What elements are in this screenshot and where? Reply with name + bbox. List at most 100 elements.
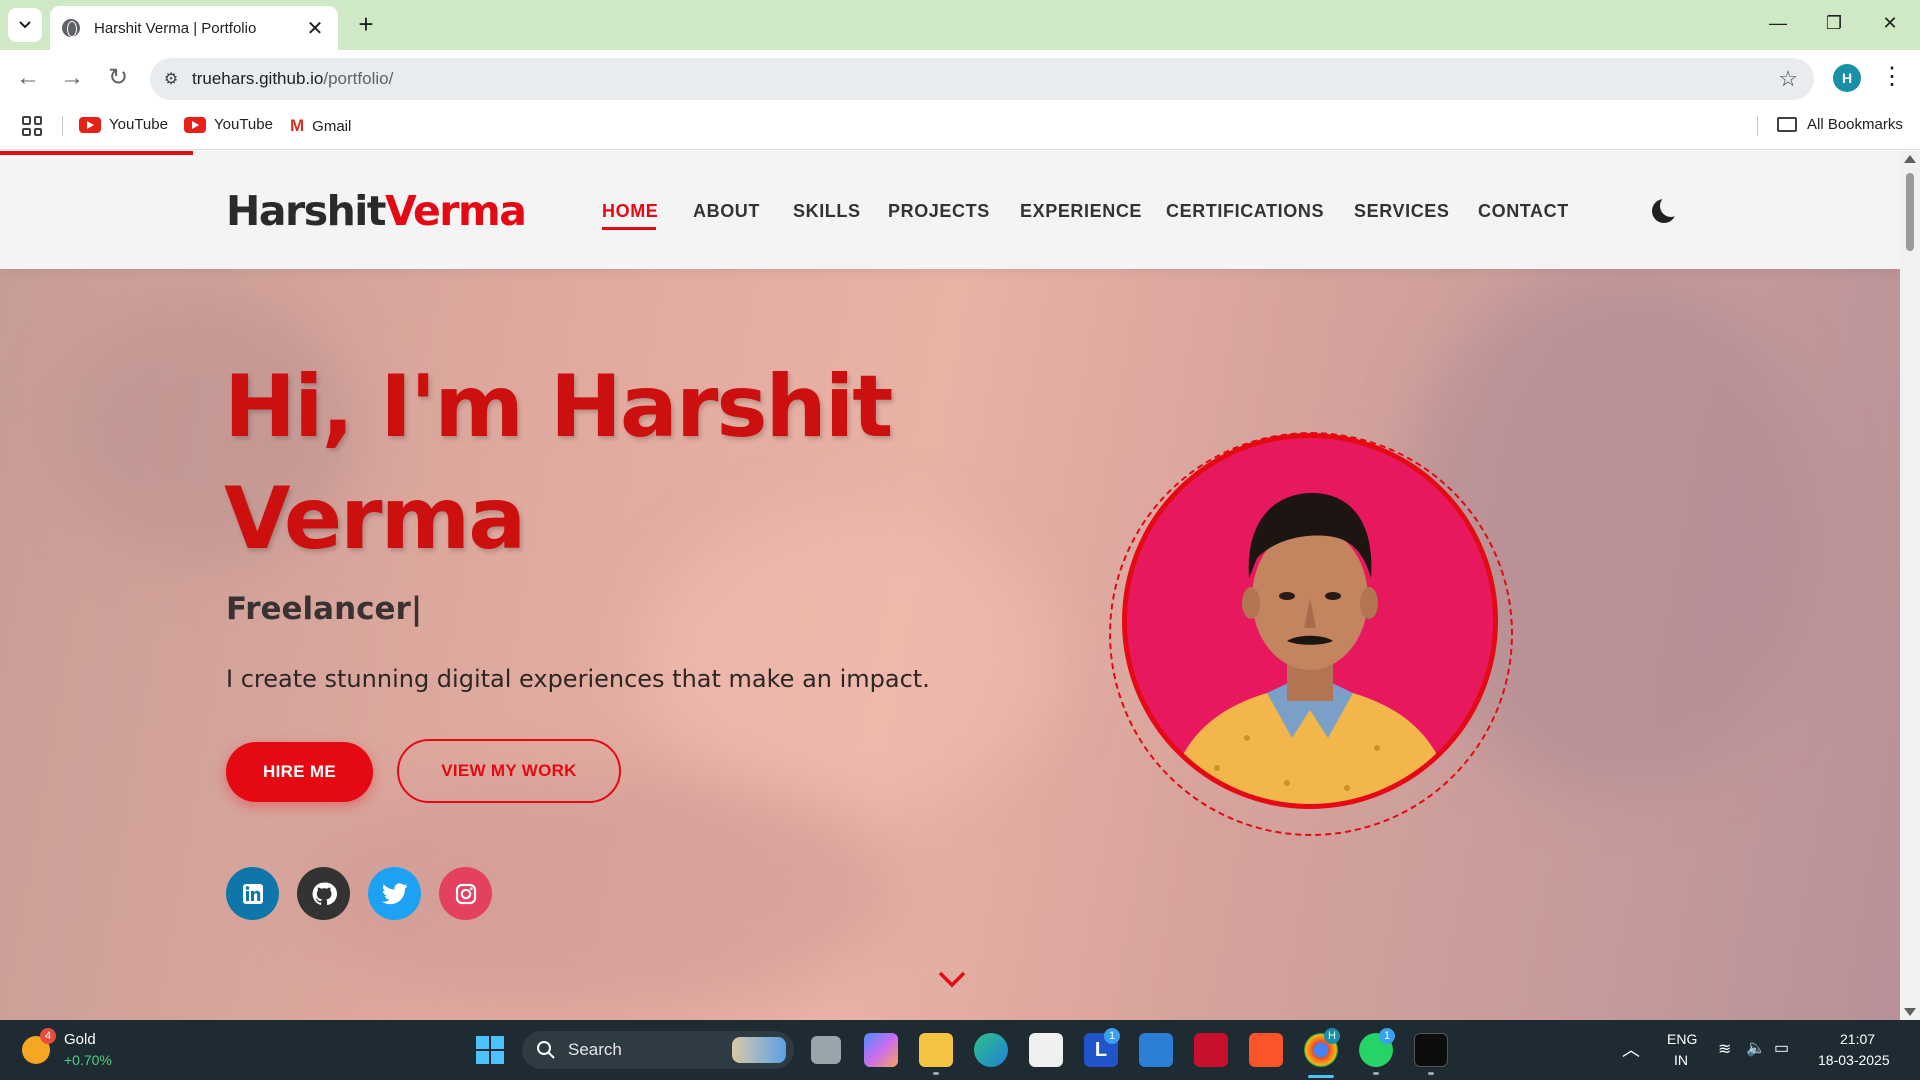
- linkedin-glyph: [242, 883, 263, 904]
- bookmark-label: YouTube: [109, 116, 168, 133]
- linkedin-icon[interactable]: [226, 867, 279, 920]
- browser-tab[interactable]: Harshit Verma | Portfolio ✕: [50, 6, 338, 50]
- site-header: HarshitVerma HOME ABOUT SKILLS PROJECTS …: [0, 151, 1900, 269]
- bookmark-label: YouTube: [214, 116, 273, 133]
- reload-button[interactable]: ↻: [102, 62, 134, 94]
- instagram-glyph: [455, 883, 476, 904]
- nav-experience[interactable]: EXPERIENCE: [1020, 201, 1142, 222]
- site-info-icon[interactable]: ⚙: [150, 69, 192, 89]
- youtube-icon: [184, 116, 206, 133]
- tab-search-button[interactable]: [8, 8, 42, 42]
- url-path: /portfolio/: [323, 69, 394, 88]
- chevron-down-icon: [19, 21, 31, 29]
- taskbar-search[interactable]: Search: [522, 1031, 794, 1069]
- windows-taskbar: 4 Gold +0.70% Search L 1 H 1 ︿ ENG IN ≋ …: [0, 1020, 1920, 1080]
- nav-active-underline: [602, 227, 656, 230]
- nav-services[interactable]: SERVICES: [1354, 201, 1450, 222]
- site-logo[interactable]: HarshitVerma: [226, 187, 527, 235]
- gmail-icon: M: [290, 116, 305, 135]
- azure-icon[interactable]: [1139, 1033, 1173, 1067]
- profile-avatar[interactable]: H: [1833, 64, 1861, 92]
- github-icon[interactable]: [297, 867, 350, 920]
- widget-title[interactable]: Gold: [64, 1031, 96, 1048]
- dark-mode-toggle-icon[interactable]: [1652, 195, 1682, 223]
- all-bookmarks-button[interactable]: All Bookmarks: [1777, 116, 1903, 133]
- language-top[interactable]: ENG: [1667, 1031, 1697, 1047]
- search-label: Search: [568, 1040, 622, 1059]
- show-hidden-icons[interactable]: ︿: [1622, 1036, 1640, 1062]
- portfolio-page: HarshitVerma HOME ABOUT SKILLS PROJECTS …: [0, 151, 1900, 1020]
- windows-start-icon[interactable]: [473, 1033, 507, 1067]
- close-tab-icon[interactable]: ✕: [304, 16, 326, 41]
- close-window-button[interactable]: ✕: [1870, 8, 1910, 38]
- mcafee-icon[interactable]: [1194, 1033, 1228, 1067]
- hero-title: Hi, I'm Harshit Verma: [224, 351, 984, 575]
- file-explorer-icon[interactable]: [919, 1033, 953, 1067]
- tab-title: Harshit Verma | Portfolio: [94, 19, 257, 37]
- volume-icon[interactable]: 🔈: [1746, 1038, 1766, 1058]
- logo-second: Verma: [384, 187, 527, 235]
- bookmark-star-icon[interactable]: ☆: [1778, 66, 1798, 92]
- back-button[interactable]: ←: [12, 62, 44, 94]
- bookmark-label: Gmail: [312, 117, 352, 135]
- running-indicator: [933, 1072, 939, 1075]
- github-glyph: [312, 882, 337, 905]
- wifi-icon[interactable]: ≋: [1718, 1039, 1731, 1059]
- hero-title-line2: Verma: [224, 469, 526, 569]
- nav-certifications[interactable]: CERTIFICATIONS: [1166, 201, 1324, 222]
- linkedin-badge: 1: [1104, 1028, 1120, 1044]
- address-bar[interactable]: ⚙ truehars.github.io /portfolio/ ☆: [150, 58, 1814, 100]
- twitter-icon[interactable]: [368, 867, 421, 920]
- running-indicator: [1373, 1072, 1379, 1075]
- clock-time[interactable]: 21:07: [1840, 1031, 1875, 1047]
- nav-home[interactable]: HOME: [602, 201, 658, 222]
- chrome-profile-badge: H: [1324, 1028, 1340, 1044]
- browser-toolbar: ← → ↻ ⚙ truehars.github.io /portfolio/ ☆…: [0, 50, 1920, 106]
- copilot-icon[interactable]: [864, 1033, 898, 1067]
- bookmark-youtube-1[interactable]: YouTube: [79, 116, 168, 133]
- view-my-work-button[interactable]: VIEW MY WORK: [397, 739, 621, 803]
- bookmarks-bar: [0, 106, 1920, 150]
- new-tab-button[interactable]: +: [352, 10, 380, 38]
- nav-projects[interactable]: PROJECTS: [888, 201, 990, 222]
- bookmark-youtube-2[interactable]: YouTube: [184, 116, 273, 133]
- scrollbar-thumb[interactable]: [1906, 173, 1914, 251]
- clock-date[interactable]: 18-03-2025: [1818, 1052, 1890, 1068]
- microsoft-store-icon[interactable]: [1029, 1033, 1063, 1067]
- language-bottom[interactable]: IN: [1674, 1052, 1688, 1068]
- nav-skills[interactable]: SKILLS: [793, 201, 861, 222]
- typed-role-text: Freelancer|: [226, 591, 423, 627]
- profile-photo-illustration: [1127, 438, 1493, 804]
- hero-title-line1: Hi, I'm Harshit: [224, 357, 893, 457]
- task-view-icon[interactable]: [811, 1036, 841, 1064]
- search-highlight-image: [732, 1037, 786, 1063]
- logo-first: Harshit: [226, 187, 386, 235]
- instagram-icon[interactable]: [439, 867, 492, 920]
- bookmark-gmail[interactable]: M Gmail: [290, 116, 351, 136]
- nav-contact[interactable]: CONTACT: [1478, 201, 1569, 222]
- edge-icon[interactable]: [974, 1033, 1008, 1067]
- bookmark-separator: [1757, 116, 1758, 136]
- battery-icon[interactable]: ▭: [1774, 1038, 1789, 1058]
- brave-icon[interactable]: [1249, 1033, 1283, 1067]
- scroll-up-arrow-icon[interactable]: [1904, 155, 1916, 163]
- profile-photo: [1122, 433, 1498, 809]
- running-indicator: [1428, 1072, 1434, 1075]
- forward-button[interactable]: →: [56, 62, 88, 94]
- hire-me-button[interactable]: HIRE ME: [226, 742, 373, 802]
- folder-icon: [1777, 117, 1797, 132]
- scroll-down-arrow-icon[interactable]: [1904, 1008, 1916, 1016]
- active-indicator: [1308, 1075, 1334, 1078]
- all-bookmarks-label: All Bookmarks: [1807, 116, 1903, 133]
- hero-tagline: I create stunning digital experiences th…: [226, 665, 930, 693]
- nav-about[interactable]: ABOUT: [693, 201, 760, 222]
- apps-grid-icon[interactable]: [22, 116, 42, 136]
- scroll-down-chevron-icon[interactable]: [936, 963, 968, 995]
- minimize-button[interactable]: —: [1758, 8, 1798, 38]
- youtube-icon: [79, 116, 101, 133]
- app-cube-icon[interactable]: [1414, 1033, 1448, 1067]
- widget-badge: 4: [40, 1028, 56, 1044]
- browser-menu-icon[interactable]: ⋮: [1880, 62, 1904, 92]
- restore-button[interactable]: ❐: [1814, 8, 1854, 38]
- page-scrollbar[interactable]: [1900, 151, 1920, 1020]
